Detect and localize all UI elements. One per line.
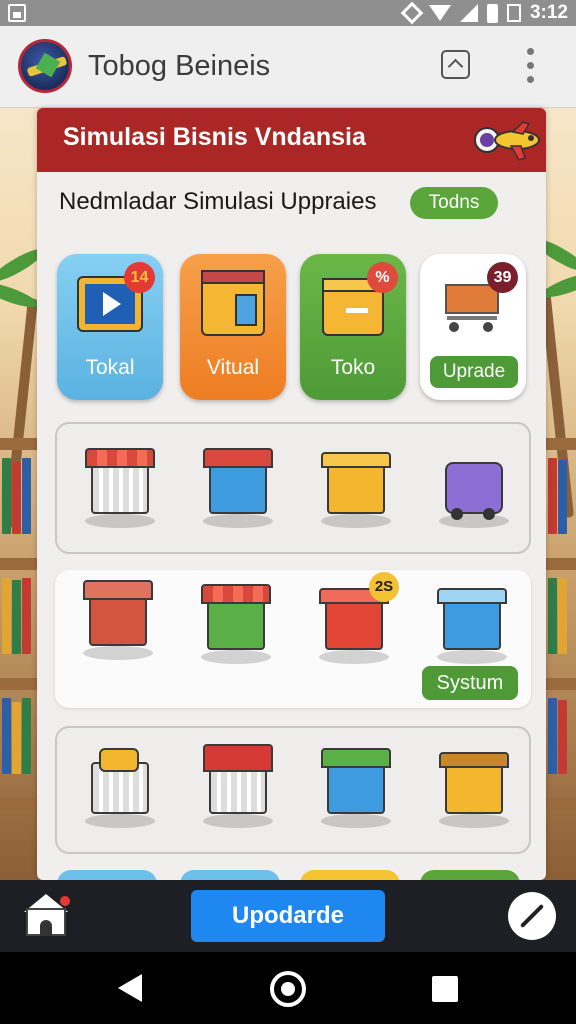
yellow-box-icon[interactable] <box>315 444 397 528</box>
more-vert-icon[interactable] <box>522 48 538 84</box>
globe-plane-logo <box>18 39 72 93</box>
store-box-icon <box>201 270 265 336</box>
notification-dot <box>60 896 70 906</box>
card-peek <box>180 870 280 880</box>
systum-button[interactable]: Systum <box>422 666 518 700</box>
blue-cube-icon[interactable] <box>431 580 513 664</box>
home-circle-icon[interactable] <box>270 971 306 1007</box>
red-kiosk-icon[interactable] <box>77 576 159 660</box>
status-bar: 3:12 <box>0 0 576 26</box>
loaded-cart-icon[interactable] <box>197 744 279 828</box>
card-peek <box>57 870 157 880</box>
nfc-icon <box>400 1 424 25</box>
back-icon[interactable] <box>118 974 142 1002</box>
wifi-icon <box>428 5 451 21</box>
card-label: Vitual <box>206 356 260 379</box>
card-label: Tokal <box>85 356 135 379</box>
card-label: Toko <box>330 356 376 379</box>
home-icon[interactable] <box>24 894 70 938</box>
blue-house-icon[interactable] <box>197 444 279 528</box>
system-nav-bar <box>0 952 576 1024</box>
card-peek <box>420 870 520 880</box>
section-title: Nedmladar Simulasi Uppraies <box>59 188 377 215</box>
bottom-bar: Upodarde <box>0 880 576 952</box>
open-box-icon[interactable] <box>433 744 515 828</box>
banner-title: Simulasi Bisnis Vndansia <box>63 123 366 151</box>
recents-icon[interactable] <box>432 976 458 1002</box>
uprade-button[interactable]: Uprade <box>430 356 518 388</box>
item-grid-row: 2S Systum <box>55 570 531 708</box>
collapse-icon[interactable] <box>441 50 470 79</box>
app-bar: Tobog Beineis <box>0 26 576 108</box>
card-badge: 39 <box>487 262 518 293</box>
item-badge: 2S <box>369 572 399 602</box>
app-title: Tobog Beineis <box>88 50 271 82</box>
green-roof-shop-icon[interactable] <box>315 744 397 828</box>
card-badge: % <box>367 262 398 293</box>
card-badge: 14 <box>124 262 155 293</box>
red-box-icon[interactable]: 2S <box>313 572 399 664</box>
banner: Simulasi Bisnis Vndansia <box>37 108 546 172</box>
airplane-icon[interactable] <box>473 120 543 164</box>
market-stall-icon[interactable] <box>195 580 277 664</box>
section-badge-button[interactable]: Todns <box>410 187 498 219</box>
status-time: 3:12 <box>529 2 568 23</box>
main-panel: Simulasi Bisnis Vndansia Nedmladar Simul… <box>37 108 546 880</box>
card-peek <box>300 870 400 880</box>
item-grid-row <box>55 726 531 854</box>
shop-cart-icon[interactable] <box>79 444 161 528</box>
item-grid-row <box>55 422 531 554</box>
bookshelf-right <box>546 438 576 450</box>
edit-icon[interactable] <box>508 892 556 940</box>
update-button[interactable]: Upodarde <box>191 890 385 942</box>
battery-icon <box>486 3 498 23</box>
gallery-icon <box>8 4 26 22</box>
card-toko[interactable]: % Toko <box>300 254 406 400</box>
card-vitual[interactable]: Vitual <box>180 254 286 400</box>
cart-with-bin-icon[interactable] <box>79 744 161 828</box>
card-tokal[interactable]: 14 Tokal <box>57 254 163 400</box>
delivery-truck-icon[interactable] <box>433 444 515 528</box>
sim-icon <box>506 4 521 22</box>
signal-icon <box>459 4 478 22</box>
card-uprade[interactable]: 39 Uprade <box>420 254 526 400</box>
box-icon <box>322 278 384 336</box>
